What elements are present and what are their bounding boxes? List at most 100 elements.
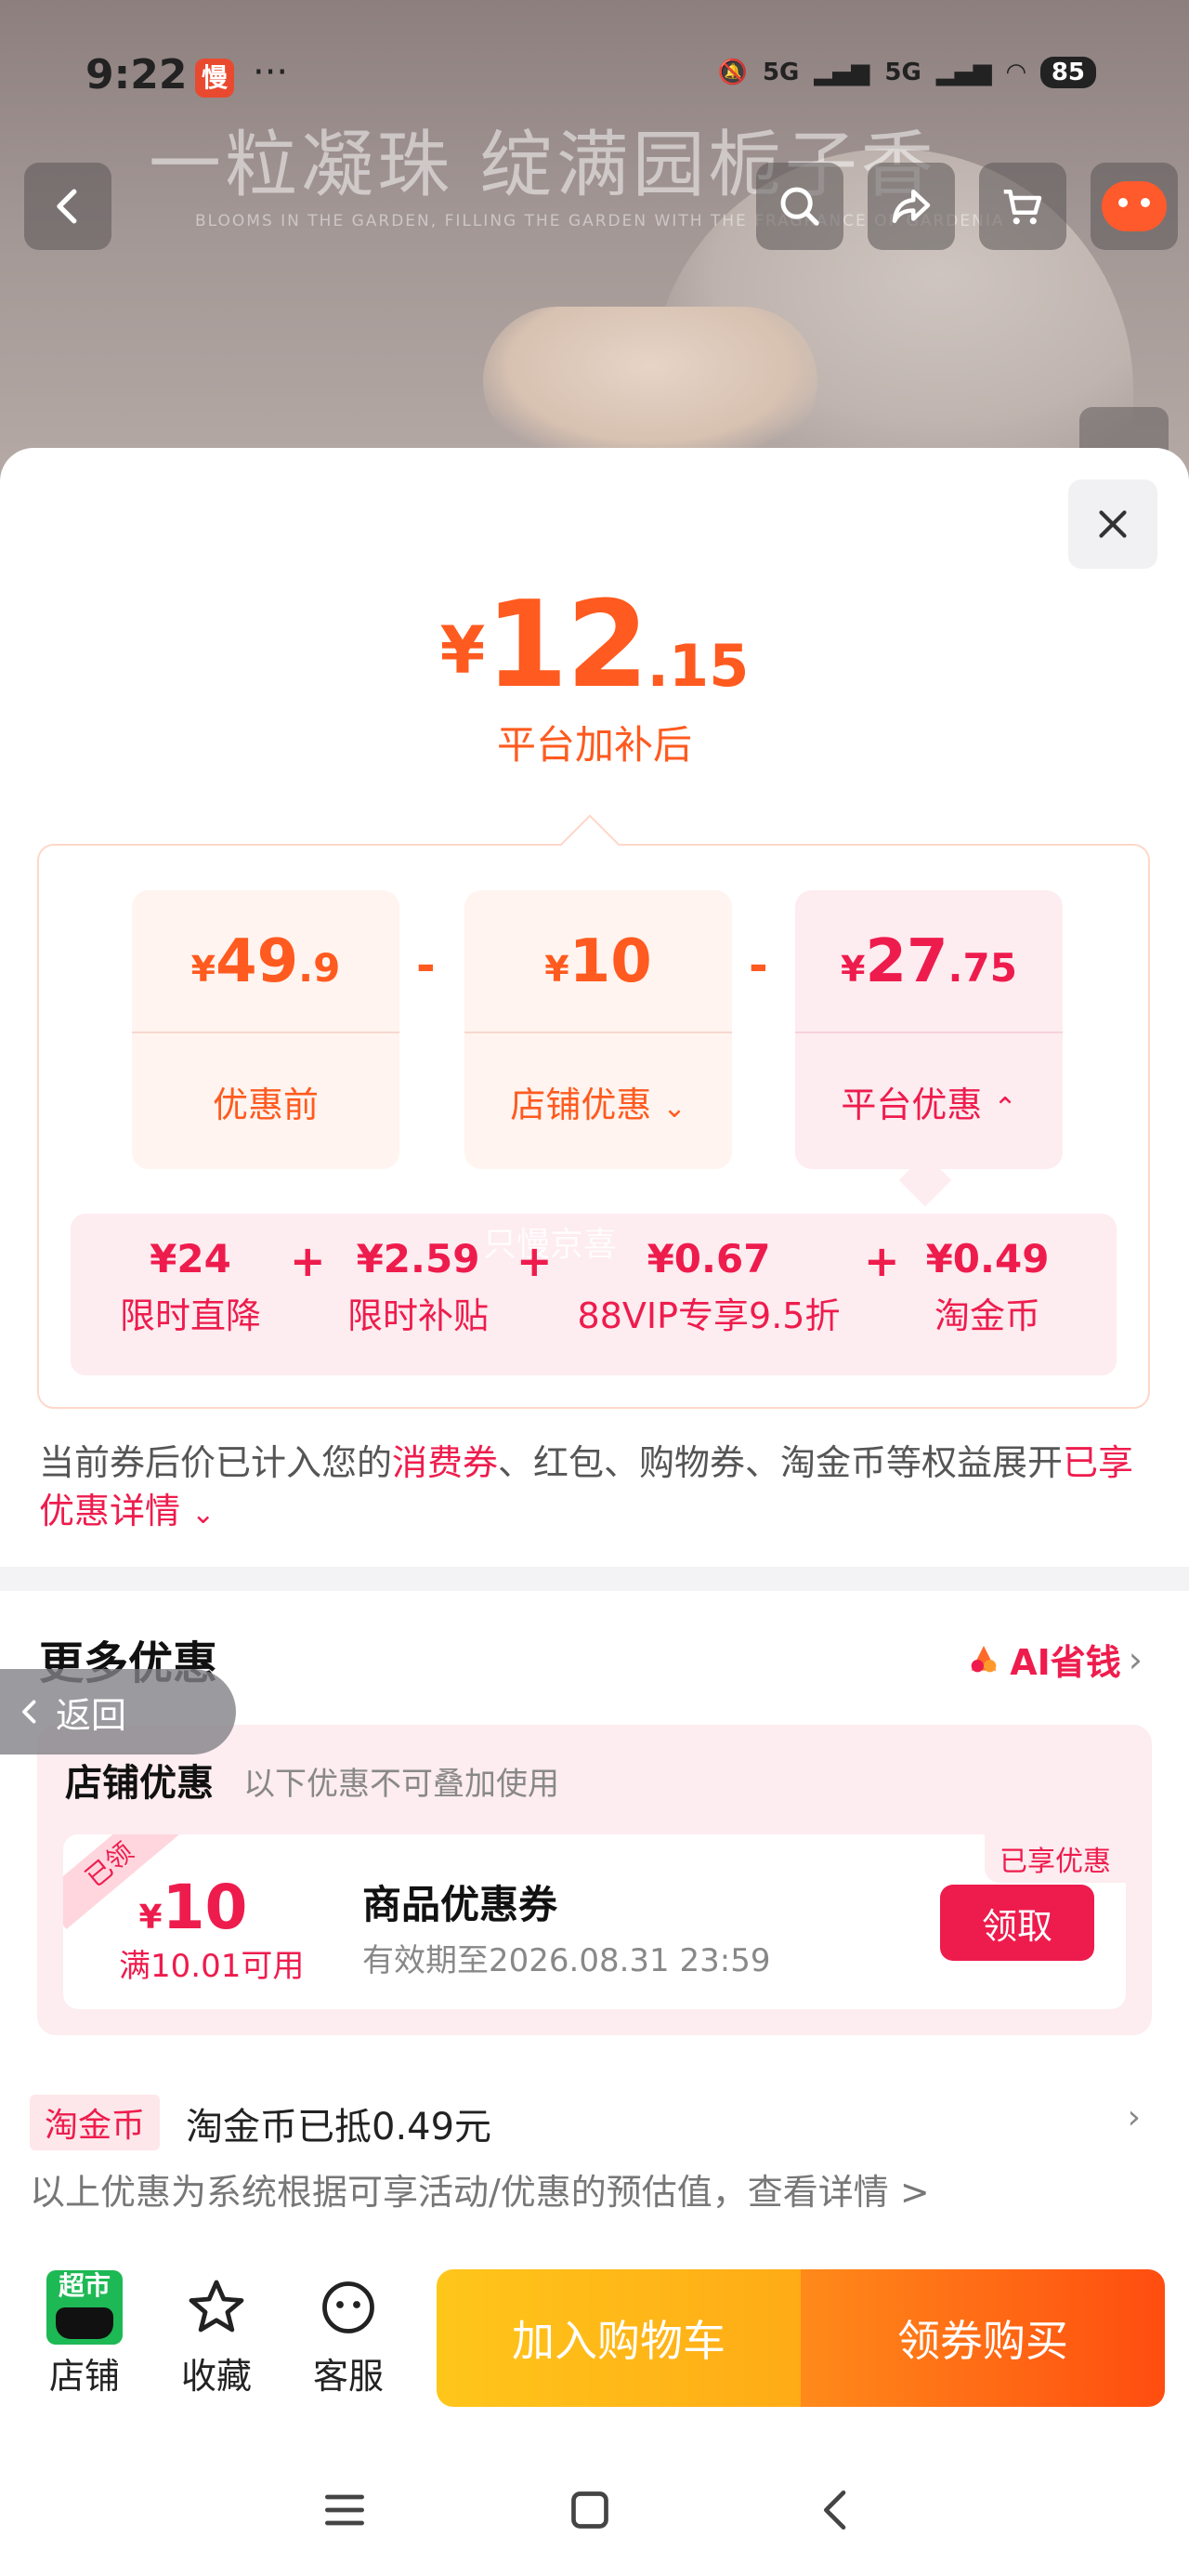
sub-discount-label: 88VIP专享9.5折 <box>577 1295 841 1336</box>
assistant-button[interactable] <box>1091 163 1178 250</box>
sub-discount-label: 淘金币 <box>934 1295 1040 1336</box>
chevron-down-icon[interactable]: ⌄ <box>191 1498 215 1531</box>
original-decimal: .9 <box>298 945 341 991</box>
discount-notice: 当前券后价已计入您的消费券、红包、购物券、淘金币等权益展开已享优惠详情 ⌄ <box>39 1439 1154 1539</box>
chevron-left-icon <box>22 1700 36 1724</box>
sub-discount-item: ¥24 限时直降 <box>102 1236 279 1338</box>
final-price-decimal: .15 <box>647 632 750 700</box>
service-face-icon <box>322 2281 374 2333</box>
chevron-right-icon: › <box>1128 1638 1143 1680</box>
store-discount-title: 店铺优惠 <box>65 1762 214 1805</box>
sub-discount-value: ¥0.67 <box>647 1236 771 1281</box>
claim-coupon-button[interactable]: 领取 <box>940 1885 1094 1961</box>
platform-integer: 27 <box>865 927 948 996</box>
ai-sparkle-icon <box>971 1645 997 1672</box>
final-price-currency: ¥ <box>439 612 486 689</box>
store-icon-text: 超市 <box>58 2270 111 2301</box>
sub-discount-label: 限时直降 <box>119 1295 261 1336</box>
platform-discount-value: ¥27.75 <box>795 927 1063 996</box>
platform-decimal: .75 <box>947 945 1017 991</box>
store-discount-note: 以下优惠不可叠加使用 <box>243 1766 559 1803</box>
original-price-label: 优惠前 <box>212 1084 319 1125</box>
signal-icon: ▂▄▆ <box>814 59 870 86</box>
coupon-name: 商品优惠券 <box>362 1882 558 1927</box>
mute-icon: 🔕 <box>717 59 748 86</box>
buy-with-coupon-button[interactable]: 领券购买 <box>801 2269 1165 2407</box>
final-price-integer: 12 <box>485 576 648 715</box>
slow-badge: 慢 <box>195 59 234 98</box>
banner-hand-image <box>483 307 817 455</box>
minus-sign: - <box>416 939 436 992</box>
card-divider <box>795 1032 1063 1033</box>
sub-discount-value: ¥0.49 <box>925 1236 1050 1281</box>
cart-icon <box>1003 190 1042 225</box>
coupon-amount: ¥10 <box>128 1872 258 1943</box>
floating-back-button[interactable]: 返回 <box>0 1669 236 1755</box>
original-price-card: ¥49.9 优惠前 <box>132 890 399 1169</box>
back-arrow-icon <box>824 2491 846 2530</box>
close-button[interactable] <box>1068 480 1157 569</box>
card-divider <box>464 1032 732 1033</box>
store-label: 店铺 <box>48 2356 120 2397</box>
customer-service-label: 客服 <box>312 2356 384 2397</box>
network-label-1: 5G <box>762 59 800 86</box>
share-button[interactable] <box>868 163 955 250</box>
store-discount-label-text: 店铺优惠 <box>510 1084 652 1125</box>
platform-discount-card[interactable]: ¥27.75 平台优惠 ⌃ <box>795 890 1063 1169</box>
status-icons: 🔕 5G ▂▄▆ 5G ▂▄▆ ◠ 85 <box>718 57 1096 88</box>
home-button[interactable] <box>557 2477 622 2543</box>
consumer-voucher-link[interactable]: 消费券 <box>392 1442 498 1483</box>
plus-sign: + <box>290 1236 326 1286</box>
network-label-2: 5G <box>884 59 921 86</box>
notice-text-1: 当前券后价已计入您的 <box>39 1442 393 1483</box>
coupon-condition: 满10.01可用 <box>119 1948 305 1985</box>
ai-save-link[interactable]: AI省钱 › <box>965 1634 1143 1685</box>
favorite-entry[interactable]: 收藏 <box>165 2267 268 2399</box>
add-to-cart-button[interactable]: 加入购物车 <box>437 2269 801 2407</box>
coupon-amount-value: 10 <box>162 1872 248 1943</box>
platform-discount-label: 平台优惠 ⌃ <box>795 1076 1063 1127</box>
share-icon <box>892 190 931 223</box>
ai-save-label: AI省钱 <box>1010 1642 1121 1683</box>
sub-discount-value: ¥2.59 <box>356 1236 480 1281</box>
taojinbi-tag: 淘金币 <box>30 2095 161 2150</box>
chevron-up-icon: ⌃ <box>993 1092 1017 1124</box>
signal-icon-2: ▂▄▆ <box>935 59 992 86</box>
taojinbi-text[interactable]: 淘金币已抵0.49元 <box>186 2096 491 2150</box>
favorite-label: 收藏 <box>180 2356 252 2397</box>
status-time: 9:22 <box>85 51 188 99</box>
store-entry[interactable]: 超市 店铺 <box>33 2267 136 2399</box>
store-discount-card[interactable]: ¥10 店铺优惠 ⌄ <box>464 890 732 1169</box>
platform-currency: ¥ <box>841 949 866 990</box>
chevron-down-icon: ⌄ <box>662 1092 686 1124</box>
cart-button[interactable] <box>979 163 1066 250</box>
section-divider <box>0 1567 1189 1591</box>
plus-sign: + <box>516 1236 553 1286</box>
customer-service-entry[interactable]: 客服 <box>297 2267 399 2399</box>
battery-level: 85 <box>1039 57 1096 88</box>
sub-discount-item: ¥0.67 88VIP专享9.5折 <box>565 1236 853 1338</box>
notice-text-2: 、红包、购物券、淘金币等权益展开 <box>498 1442 1064 1483</box>
back-button[interactable] <box>24 163 111 250</box>
wifi-icon: ◠ <box>1006 59 1026 86</box>
system-back-button[interactable] <box>804 2477 869 2543</box>
chevron-left-icon <box>57 189 77 224</box>
original-currency: ¥ <box>190 949 216 990</box>
card-divider <box>132 1032 399 1033</box>
coupon-expiry: 有效期至2026.08.31 23:59 <box>362 1942 771 1979</box>
minus-sign: - <box>749 939 768 992</box>
original-price-value: ¥49.9 <box>132 927 399 996</box>
estimate-note-link[interactable]: 以上优惠为系统根据可享活动/优惠的预估值，查看详情 > <box>30 2163 930 2215</box>
sub-discount-value: ¥24 <box>150 1236 231 1281</box>
home-square-icon <box>571 2491 608 2529</box>
search-icon <box>780 187 819 226</box>
sub-discount-label: 限时补贴 <box>346 1295 489 1336</box>
menu-button[interactable] <box>312 2477 377 2543</box>
search-button[interactable] <box>756 163 843 250</box>
status-more: ··· <box>253 51 289 94</box>
chevron-right-icon[interactable]: › <box>1128 2098 1141 2136</box>
status-bar: 9:22 慢 ··· 🔕 5G ▂▄▆ 5G ▂▄▆ ◠ 85 <box>0 51 1189 107</box>
final-price-caption: 平台加补后 <box>496 722 692 768</box>
store-coupon-card: 已领 ¥10 满10.01可用 商品优惠券 有效期至2026.08.31 23:… <box>63 1834 1126 2009</box>
assistant-avatar-icon <box>1102 181 1167 231</box>
